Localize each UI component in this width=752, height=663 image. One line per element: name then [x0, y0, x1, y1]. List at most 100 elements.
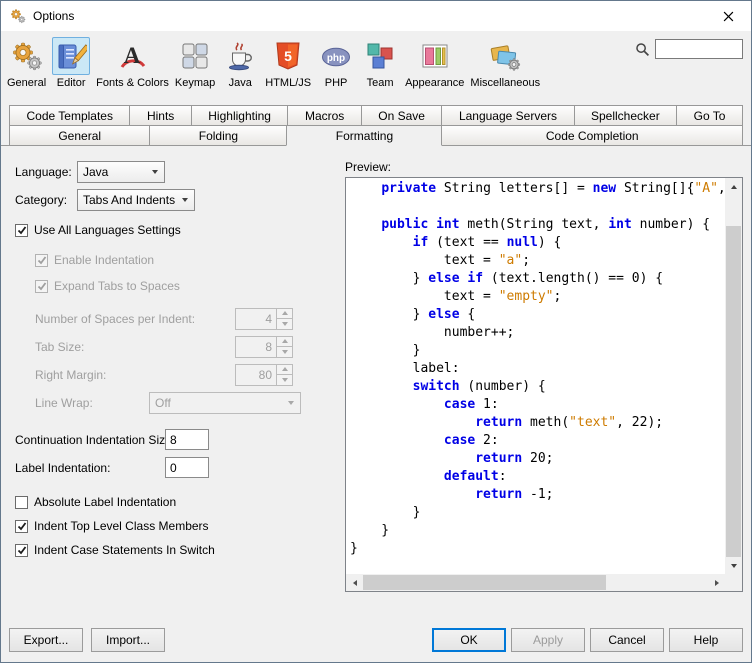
category-value: Tabs And Indents [83, 192, 176, 207]
html5-icon: 5 [269, 37, 307, 75]
toolbar-item-keymap[interactable]: Keymap [173, 36, 217, 90]
title-bar: Options [1, 1, 751, 31]
toolbar-item-general[interactable]: General [5, 36, 48, 90]
absolute-label-indent-checkbox[interactable]: Absolute Label Indentation [15, 493, 335, 511]
toolbar-item-label: Miscellaneous [470, 77, 541, 89]
code-line: private String letters[] = new String[]{… [381, 181, 725, 196]
code-line: text = "a"; [350, 253, 531, 268]
import-button[interactable]: Import... [91, 628, 165, 652]
line-wrap-select: Off [149, 391, 301, 414]
tab-code-completion[interactable]: Code Completion [441, 125, 743, 146]
preview-editor: private String letters[] = new String[]{… [345, 177, 743, 592]
spinner-up-icon [277, 308, 292, 318]
checkbox-box [15, 495, 28, 509]
checkbox-label: Expand Tabs to Spaces [54, 279, 180, 293]
horizontal-scrollbar[interactable] [346, 574, 725, 591]
scroll-down-icon[interactable] [725, 557, 742, 574]
editor-icon [52, 37, 91, 75]
help-button[interactable]: Help [669, 628, 743, 652]
apply-button: Apply [511, 628, 585, 652]
toolbar-item-label: Java [228, 77, 252, 89]
svg-text:5: 5 [284, 48, 292, 64]
continuation-indent-label: Continuation Indentation Size: [15, 432, 176, 447]
label-indent-input[interactable] [165, 457, 209, 478]
preview-label: Preview: [345, 160, 392, 174]
scroll-right-icon[interactable] [708, 574, 725, 591]
toolbar-item-java[interactable]: Java [219, 36, 261, 90]
export-button[interactable]: Export... [9, 628, 83, 652]
tab-go-to[interactable]: Go To [676, 105, 743, 126]
checkbox-box [15, 519, 28, 533]
horizontal-scroll-thumb[interactable] [363, 575, 606, 590]
use-all-languages-checkbox[interactable]: Use All Languages Settings [15, 221, 335, 239]
scrollbar-corner [725, 574, 742, 591]
tab-spellchecker[interactable]: Spellchecker [573, 105, 678, 126]
code-line: return -1; [475, 487, 554, 502]
fonts-colors-icon: A [114, 37, 152, 75]
preview-pane: Preview: private String letters[] = new … [335, 152, 743, 622]
spaces-per-indent-spinner: 4 [235, 307, 293, 330]
category-select[interactable]: Tabs And Indents [77, 188, 195, 211]
toolbar-item-miscellaneous[interactable]: Miscellaneous [468, 36, 542, 90]
tab-macros[interactable]: Macros [287, 105, 362, 126]
ok-button[interactable]: OK [432, 628, 506, 652]
toolbar-item-label: Appearance [405, 77, 465, 89]
language-value: Java [83, 164, 109, 179]
toolbar-item-html-js[interactable]: 5 HTML/JS [263, 36, 313, 90]
gears-icon [8, 37, 46, 75]
language-select[interactable]: Java [77, 160, 165, 183]
indent-top-level-checkbox[interactable]: Indent Top Level Class Members [15, 517, 335, 535]
tab-highlighting[interactable]: Highlighting [190, 105, 289, 126]
scroll-up-icon[interactable] [725, 178, 742, 195]
spinner-value: 8 [265, 339, 272, 354]
spinner-up-icon [277, 364, 292, 374]
toolbar-item-label: General [7, 77, 47, 89]
label-indent-label: Label Indentation: [15, 460, 111, 475]
checkbox-label: Absolute Label Indentation [34, 495, 177, 509]
spaces-per-indent-label: Number of Spaces per Indent: [35, 311, 196, 326]
spinner-down-icon [277, 318, 292, 329]
indent-case-checkbox[interactable]: Indent Case Statements In Switch [15, 541, 335, 559]
checkbox-label: Use All Languages Settings [34, 223, 181, 237]
code-line: switch (number) { [412, 379, 546, 394]
tab-general[interactable]: General [9, 125, 151, 146]
settings-form: Language: Java Category: Tabs And Indent… [9, 152, 335, 622]
tab-language-servers[interactable]: Language Servers [441, 105, 575, 126]
chevron-down-icon [177, 191, 193, 209]
code-line: default: [443, 469, 507, 484]
code-line: return 20; [475, 451, 554, 466]
tab-hints[interactable]: Hints [129, 105, 192, 126]
toolbar-item-appearance[interactable]: Appearance [403, 36, 466, 90]
toolbar-item-fonts-colors[interactable]: A Fonts & Colors [94, 36, 171, 90]
continuation-indent-input[interactable] [165, 429, 209, 450]
expand-tabs-checkbox: Expand Tabs to Spaces [15, 277, 335, 295]
toolbar-item-team[interactable]: Team [359, 36, 401, 90]
appearance-icon [416, 37, 454, 75]
tab-row-1: Code Templates Hints Highlighting Macros On … [9, 105, 743, 126]
tab-formatting[interactable]: Formatting [286, 125, 443, 146]
scroll-left-icon[interactable] [346, 574, 363, 591]
cancel-button[interactable]: Cancel [590, 628, 664, 652]
vertical-scroll-thumb[interactable] [726, 226, 741, 557]
right-margin-label: Right Margin: [35, 367, 107, 382]
code-line: if (text == null) { [412, 235, 562, 250]
toolbar-items: General Editor A Fonts & Colors Keymap Java 5 H… [5, 36, 544, 90]
miscellaneous-icon [486, 37, 524, 75]
vertical-scrollbar[interactable] [725, 178, 742, 574]
editor-tabs: Code Templates Hints Highlighting Macros On … [1, 96, 751, 146]
close-button[interactable] [705, 1, 751, 31]
code-preview[interactable]: private String letters[] = new String[]{… [346, 178, 725, 574]
search-input[interactable] [655, 39, 743, 59]
tab-on-save[interactable]: On Save [360, 105, 443, 126]
toolbar-item-php[interactable]: php PHP [315, 36, 357, 90]
tab-code-templates[interactable]: Code Templates [9, 105, 131, 126]
category-toolbar: General Editor A Fonts & Colors Keymap Java 5 H… [1, 31, 751, 96]
toolbar-item-editor[interactable]: Editor [50, 36, 92, 90]
php-icon: php [317, 37, 355, 75]
code-line: label: [350, 361, 460, 376]
code-line: case 2: [443, 433, 499, 448]
chevron-down-icon [283, 394, 299, 412]
code-line: } [350, 541, 358, 556]
tab-folding[interactable]: Folding [149, 125, 288, 146]
